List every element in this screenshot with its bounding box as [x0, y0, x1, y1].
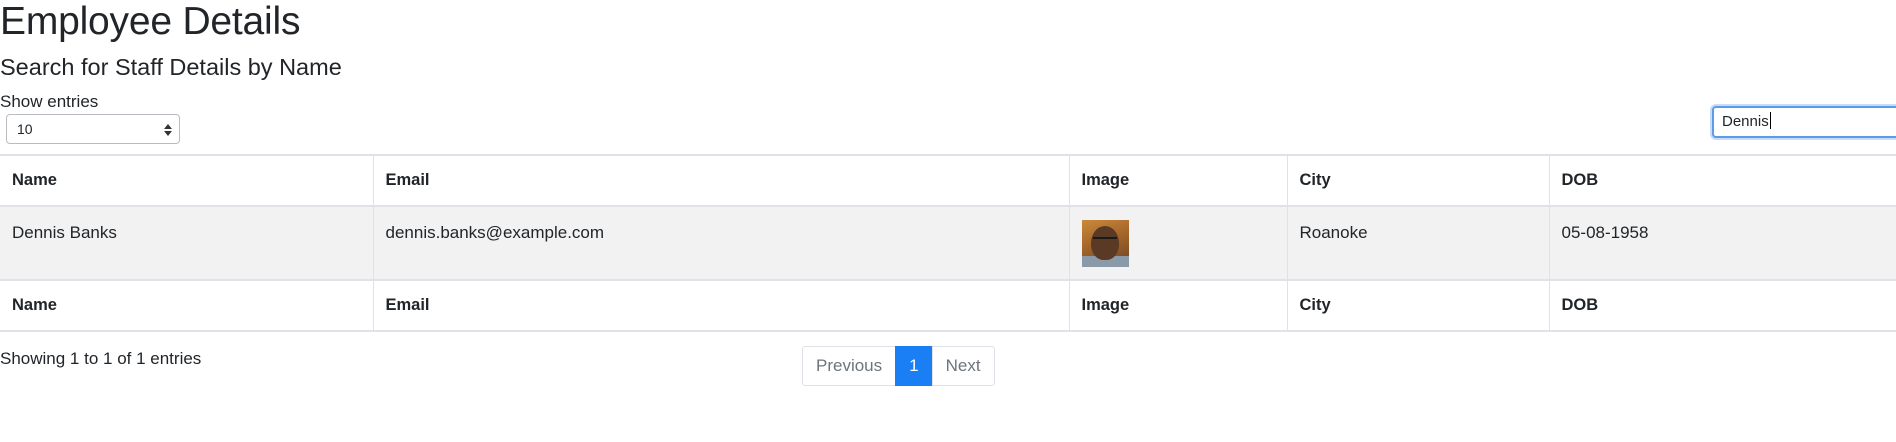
employee-details-page: Employee Details Search for Staff Detail… — [0, 0, 1896, 442]
next-page-button[interactable]: Next — [931, 346, 995, 386]
search-input[interactable]: Dennis — [1712, 106, 1896, 138]
column-footer-dob: DOB — [1548, 279, 1896, 332]
column-header-city[interactable]: City — [1286, 154, 1550, 207]
table-info: Showing 1 to 1 of 1 entries — [0, 349, 202, 368]
show-entries-label: Show entries — [0, 92, 99, 111]
previous-page-button[interactable]: Previous — [802, 346, 897, 386]
pagination: Previous 1 Next — [802, 346, 995, 386]
table-footer-row: Name Email Image City DOB — [0, 279, 1896, 332]
cell-image — [1068, 205, 1288, 281]
column-footer-city: City — [1286, 279, 1550, 332]
column-header-dob[interactable]: DOB — [1548, 154, 1896, 207]
cell-dob: 05-08-1958 — [1548, 205, 1896, 281]
cell-name: Dennis Banks — [0, 205, 374, 281]
column-footer-name: Name — [0, 279, 374, 332]
table-header-row: Name Email Image City DOB — [0, 154, 1896, 207]
column-header-name[interactable]: Name — [0, 154, 374, 207]
column-footer-image: Image — [1068, 279, 1288, 332]
column-header-email[interactable]: Email — [372, 154, 1070, 207]
column-footer-email: Email — [372, 279, 1070, 332]
cell-city: Roanoke — [1286, 205, 1550, 281]
employee-table: Name Email Image City DOB Dennis Banks d… — [0, 154, 1896, 332]
entries-per-page-select[interactable]: 10 — [6, 114, 180, 144]
page-subtitle: Search for Staff Details by Name — [0, 54, 342, 80]
entries-per-page-value: 10 — [17, 121, 33, 137]
page-1-button[interactable]: 1 — [895, 346, 933, 386]
table-row: Dennis Banks dennis.banks@example.com Ro… — [0, 205, 1896, 281]
cell-email: dennis.banks@example.com — [372, 205, 1070, 281]
column-header-image[interactable]: Image — [1068, 154, 1288, 207]
search-input-value: Dennis — [1722, 113, 1769, 130]
text-cursor — [1769, 112, 1771, 129]
page-title: Employee Details — [0, 0, 301, 43]
profile-photo-icon — [1081, 220, 1129, 267]
